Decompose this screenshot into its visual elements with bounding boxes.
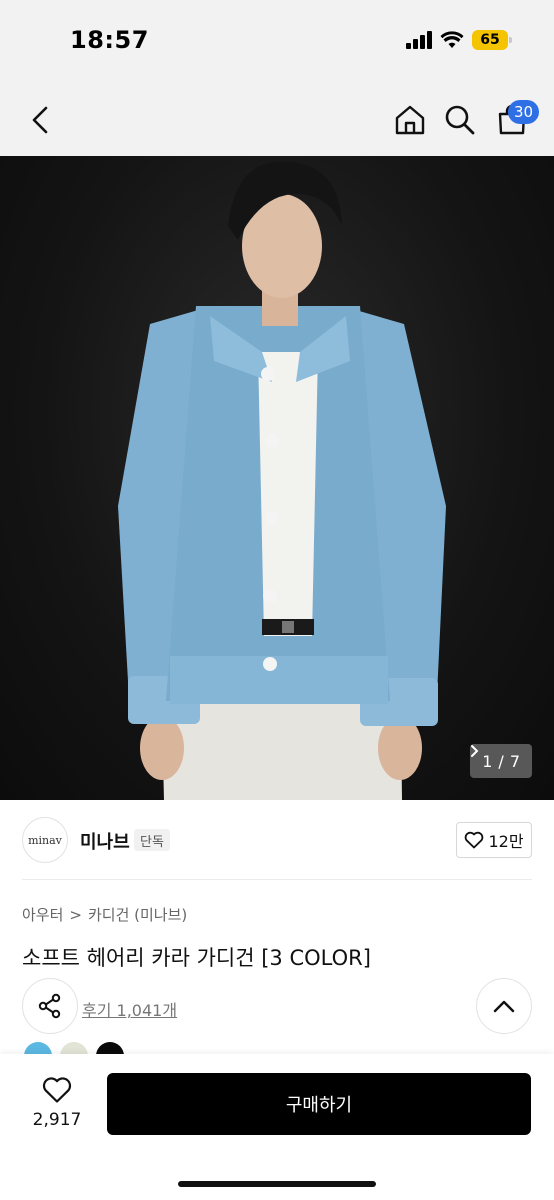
product-photo — [118, 161, 446, 800]
status-bar: 18:57 65 — [0, 0, 554, 84]
chevron-up-icon — [493, 1000, 515, 1013]
brand-logo-text: minav — [28, 833, 62, 847]
divider — [22, 879, 532, 880]
status-time: 18:57 — [70, 26, 149, 54]
wishlist-count: 2,917 — [32, 1110, 82, 1130]
brand-like-count: 12만 — [488, 832, 524, 851]
brand-row: minav 미나브 단독 12만 — [0, 800, 554, 880]
battery-icon: 65 — [472, 30, 512, 50]
exclusive-badge: 단독 — [134, 829, 170, 851]
home-indicator — [178, 1181, 376, 1187]
scroll-to-top-button[interactable] — [476, 978, 532, 1034]
chevron-right-icon — [471, 745, 479, 757]
image-counter-separator: / — [498, 751, 504, 771]
image-counter-total: 7 — [509, 751, 520, 771]
home-icon[interactable] — [394, 104, 426, 136]
status-indicators: 65 — [406, 30, 512, 50]
wishlist-button[interactable]: 2,917 — [30, 1076, 84, 1130]
breadcrumb-subcategory[interactable]: 카디건 (미나브) — [88, 904, 187, 925]
cellular-signal-icon — [406, 31, 432, 49]
heart-icon — [465, 831, 484, 849]
product-image-carousel[interactable]: 1 / 7 — [0, 156, 554, 800]
share-icon — [38, 993, 61, 1019]
share-button[interactable] — [22, 978, 78, 1034]
cart-count-badge: 30 — [508, 100, 540, 124]
breadcrumb: 아우터 > 카디건 (미나브) — [22, 904, 187, 925]
brand-like-button[interactable]: 12만 — [456, 822, 532, 858]
image-counter-current: 1 — [482, 751, 493, 771]
product-title: 소프트 헤어리 카라 가디건 [3 COLOR] — [22, 946, 371, 970]
breadcrumb-category[interactable]: 아우터 — [22, 904, 63, 925]
reviews-link[interactable]: 후기 1,041개 — [82, 997, 177, 1021]
breadcrumb-separator: > — [69, 905, 82, 924]
heart-icon — [42, 1077, 72, 1103]
top-nav-bar: 30 — [0, 84, 554, 156]
buy-button[interactable]: 구매하기 — [107, 1073, 531, 1135]
search-icon[interactable] — [444, 104, 476, 136]
image-counter[interactable]: 1 / 7 — [470, 744, 532, 778]
wifi-icon — [440, 31, 464, 48]
brand-logo[interactable]: minav — [22, 817, 68, 863]
chevron-left-icon[interactable] — [26, 104, 56, 136]
brand-name[interactable]: 미나브 — [80, 828, 130, 854]
bottom-purchase-bar: 2,917 구매하기 — [0, 1054, 554, 1200]
